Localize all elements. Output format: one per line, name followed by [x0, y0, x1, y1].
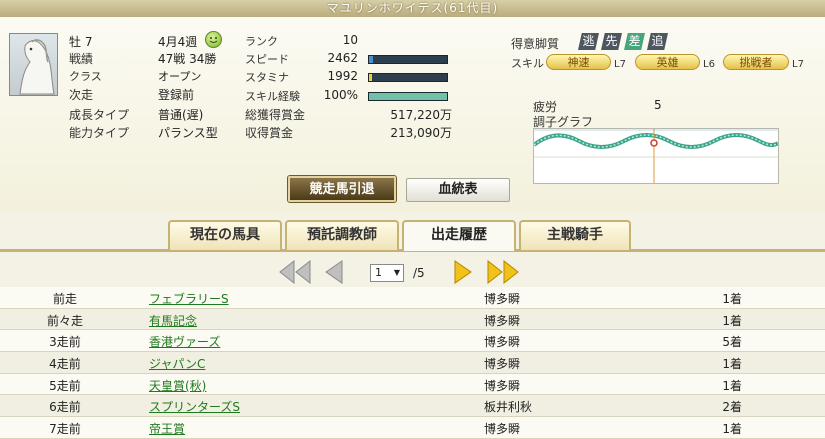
speed-label: スピード [245, 53, 289, 66]
race-jockey: 博多瞬 [484, 313, 521, 328]
first-page-icon[interactable] [278, 259, 312, 285]
race-name-link[interactable]: フェブラリーS [149, 290, 229, 307]
dropdown-arrow-icon: ▼ [393, 268, 400, 277]
race-jockey: 博多瞬 [484, 292, 521, 306]
race-name-link[interactable]: 天皇賞(秋) [149, 377, 206, 394]
speed-bar-fill [369, 56, 373, 63]
race-when: 7走前 [49, 422, 81, 437]
skill-exp-bar [368, 92, 448, 101]
current-date: 4月4週 [158, 35, 198, 49]
table-row: 3走前 香港ヴァーズ 博多瞬 5着 [0, 330, 825, 353]
table-row: 5走前 天皇賞(秋) 博多瞬 1着 [0, 373, 825, 396]
race-result: 1着 [722, 422, 742, 437]
condition-graph [532, 128, 780, 184]
stamina-value: 1992 [327, 69, 358, 83]
tab-trainer[interactable]: 預託調教師 [285, 220, 399, 250]
skill-exp-label: スキル経験 [245, 90, 300, 103]
skill-badge-2: 英雄 [635, 54, 700, 70]
prev-page-icon[interactable] [322, 259, 344, 285]
speed-value: 2462 [327, 51, 358, 65]
table-row: 7走前 帝王賞 博多瞬 1着 [0, 417, 825, 439]
last-page-icon[interactable] [486, 259, 520, 285]
table-row: 4走前 ジャパンC 博多瞬 1着 [0, 352, 825, 374]
race-when: 5走前 [49, 378, 81, 393]
record-value: 47戦 34勝 [158, 52, 217, 66]
total-prize-value: 517,220万 [390, 108, 452, 122]
next-race-label: 次走 [69, 88, 94, 102]
pedigree-button[interactable]: 血統表 [406, 178, 510, 202]
earned-prize-value: 213,090万 [390, 126, 452, 140]
race-jockey: 博多瞬 [484, 378, 521, 393]
race-name-link[interactable]: スプリンターズS [149, 398, 240, 415]
race-jockey: 博多瞬 [484, 422, 521, 437]
race-jockey: 博多瞬 [484, 357, 521, 372]
table-row: 6走前 スプリンターズS 板井利秋 2着 [0, 395, 825, 418]
skill-level-3: L7 [792, 59, 804, 70]
race-history-table: 前走 フェブラリーS 博多瞬 1着 前々走 有馬記念 博多瞬 1着 3走前 香港… [0, 287, 825, 439]
page-select-value: 1 [375, 266, 382, 279]
skill-label: スキル [511, 57, 544, 70]
tab-main-jockey[interactable]: 主戦騎手 [519, 220, 631, 250]
skill-exp-bar-fill [369, 93, 447, 100]
window-title: マユリンホワイテス(61代目) [0, 0, 825, 17]
growth-value: 普通(遅) [158, 108, 204, 122]
skill-badge-1: 神速 [546, 54, 611, 70]
table-row: 前走 フェブラリーS 博多瞬 1着 [0, 287, 825, 309]
horse-portrait [9, 33, 58, 96]
stamina-label: スタミナ [245, 71, 289, 84]
race-name-link[interactable]: 香港ヴァーズ [149, 333, 220, 350]
rank-value: 10 [342, 33, 358, 47]
table-row: 前々走 有馬記念 博多瞬 1着 [0, 308, 825, 331]
stamina-bar [368, 73, 448, 82]
class-label: クラス [69, 70, 102, 83]
skill-exp-value: 100% [323, 88, 358, 102]
race-name-link[interactable]: 有馬記念 [149, 312, 197, 329]
race-result: 1着 [722, 313, 742, 328]
ability-label: 能力タイプ [69, 126, 130, 140]
race-when: 前走 [52, 292, 77, 306]
earned-prize-label: 収得賞金 [245, 126, 294, 140]
race-result: 1着 [722, 357, 742, 372]
race-when: 3走前 [49, 335, 81, 350]
horse-image-icon [19, 39, 55, 95]
race-result: 1着 [722, 292, 742, 306]
rank-label: ランク [245, 35, 278, 48]
record-label: 戦績 [69, 52, 94, 66]
tab-race-history[interactable]: 出走履歴 [402, 220, 516, 251]
race-name-link[interactable]: ジャパンC [149, 355, 205, 372]
race-when: 前々走 [46, 313, 83, 328]
sex-age: 牡 7 [69, 35, 93, 49]
mood-smile-icon [205, 31, 222, 48]
race-result: 1着 [722, 378, 742, 393]
race-result: 5着 [722, 335, 742, 350]
race-result: 2着 [722, 400, 742, 415]
speed-bar [368, 55, 448, 64]
race-when: 4走前 [49, 357, 81, 372]
tab-current-equipment[interactable]: 現在の馬具 [168, 220, 282, 250]
growth-label: 成長タイプ [69, 108, 130, 122]
total-prize-label: 総獲得賞金 [245, 108, 306, 122]
page-select[interactable]: 1 ▼ [370, 264, 404, 282]
race-when: 6走前 [49, 400, 81, 415]
class-value: オープン [158, 70, 202, 83]
ability-value: パランス型 [158, 126, 218, 140]
fatigue-value: 5 [654, 98, 662, 112]
skill-badge-3: 挑戦者 [723, 54, 789, 70]
next-page-icon[interactable] [453, 259, 475, 285]
skill-level-1: L7 [614, 59, 626, 70]
running-style-label: 得意脚質 [511, 37, 560, 51]
page-total: /5 [413, 266, 425, 280]
retire-horse-button[interactable]: 競走馬引退 [288, 176, 396, 202]
next-race-value: 登録前 [158, 88, 195, 102]
race-jockey: 板井利秋 [484, 400, 533, 415]
race-name-link[interactable]: 帝王賞 [149, 420, 185, 437]
skill-level-2: L6 [703, 59, 715, 70]
race-jockey: 博多瞬 [484, 335, 521, 350]
stamina-bar-fill [369, 74, 373, 81]
